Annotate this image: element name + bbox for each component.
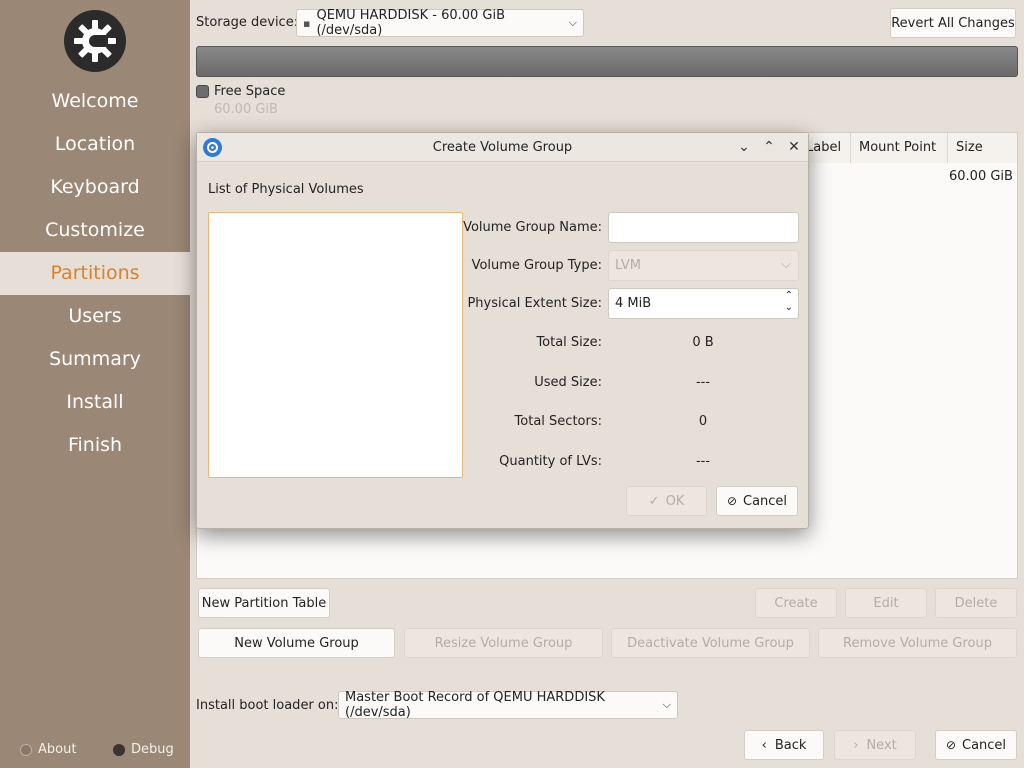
total-size-label: Total Size: [536,335,602,350]
total-size-value: 0 B [692,335,714,350]
next-button[interactable]: › Next [834,730,916,760]
debug-label: Debug [131,742,174,757]
debug-button[interactable]: Debug [113,742,174,757]
chevron-left-icon: ‹ [761,737,767,753]
chevron-down-icon: ⌵ [662,698,671,711]
create-volume-group-dialog: Create Volume Group ⌄ ⌃ ✕ List of Physic… [196,132,809,529]
physical-volumes-label: List of Physical Volumes [208,182,364,197]
gear-icon [74,20,116,62]
sidebar: Welcome Location Keyboard Customize Part… [0,0,190,768]
chevron-down-icon: ⌵ [781,257,791,272]
disk-usage-bar [196,46,1018,77]
dialog-cancel-label: Cancel [743,493,788,509]
create-partition-button[interactable]: Create [755,588,837,618]
remove-volume-group-button[interactable]: Remove Volume Group [818,628,1017,658]
vg-name-input[interactable] [608,212,799,243]
quantity-lvs-value: --- [695,454,711,469]
column-mount-point-header[interactable]: Mount Point [850,133,947,163]
chevron-down-icon: ⌵ [568,16,577,29]
edit-partition-button[interactable]: Edit [845,588,927,618]
bootloader-label: Install boot loader on: [196,698,339,713]
sidebar-item-users: Users [68,305,122,327]
next-label: Next [866,737,897,753]
vg-type-value: LVM [615,258,641,273]
ok-label: OK [665,493,685,509]
sidebar-footer: About Debug [0,742,190,760]
about-button[interactable]: About [20,742,76,757]
pe-size-value: 4 MiB [615,296,652,311]
sidebar-item-install: Install [66,391,124,413]
harddisk-icon: ▪ [303,16,311,30]
maximize-icon[interactable]: ⌃ [760,138,778,156]
sidebar-item-keyboard: Keyboard [50,176,140,198]
revert-all-changes-button[interactable]: Revert All Changes [890,8,1016,38]
ok-button[interactable]: ✓ OK [626,486,707,516]
bootloader-value: Master Boot Record of QEMU HARDDISK (/de… [345,690,605,720]
free-space-swatch [196,85,209,98]
chevron-right-icon: › [853,737,859,753]
sidebar-item-summary: Summary [49,348,141,370]
calamares-logo [64,10,126,72]
spin-up-icon[interactable]: ⌃ [785,290,793,302]
spin-down-icon[interactable]: ⌄ [785,302,793,314]
back-button[interactable]: ‹ Back [744,730,824,760]
sidebar-nav: Welcome Location Keyboard Customize Part… [0,80,190,467]
vg-type-select[interactable]: LVM ⌵ [608,250,799,281]
info-icon [20,743,32,756]
cancel-icon: ⊘ [945,738,956,752]
total-sectors-label: Total Sectors: [514,414,602,429]
storage-device-label: Storage device: [196,15,299,30]
total-sectors-value: 0 [698,414,708,429]
used-size-value: --- [695,375,711,390]
bug-icon [113,743,125,756]
minimize-icon[interactable]: ⌄ [735,138,753,156]
sidebar-item-welcome: Welcome [51,90,139,112]
storage-device-value: QEMU HARDDISK - 60.00 GiB (/dev/sda) [316,8,506,38]
cancel-button[interactable]: ⊘ Cancel [935,730,1017,760]
about-label: About [38,742,77,757]
column-size-header[interactable]: Size [947,133,1017,163]
bootloader-select[interactable]: Master Boot Record of QEMU HARDDISK (/de… [338,690,678,720]
check-icon: ✓ [648,493,660,509]
sidebar-item-partitions: Partitions [0,252,190,295]
storage-device-select[interactable]: ▪ QEMU HARDDISK - 60.00 GiB (/dev/sda) ⌵ [296,8,584,38]
dialog-title: Create Volume Group [432,140,573,155]
pe-size-spinbox[interactable]: 4 MiB ⌃ ⌄ [608,288,799,319]
dialog-cancel-button[interactable]: ⊘ Cancel [716,486,798,516]
close-icon[interactable]: ✕ [785,138,803,156]
resize-volume-group-button[interactable]: Resize Volume Group [404,628,603,658]
quantity-lvs-label: Quantity of LVs: [499,454,602,469]
vg-name-label: Volume Group Name: [463,220,602,235]
sidebar-item-location: Location [54,133,136,155]
new-partition-table-button[interactable]: New Partition Table [198,588,330,618]
dialog-titlebar[interactable]: Create Volume Group ⌄ ⌃ ✕ [197,133,808,162]
sidebar-item-finish: Finish [67,434,123,456]
back-label: Back [774,737,807,753]
legend-free-space-size: 60.00 GiB [214,102,278,117]
vg-type-label: Volume Group Type: [471,258,602,273]
cancel-icon: ⊘ [726,494,737,508]
sidebar-item-customize: Customize [45,219,145,241]
legend-free-space-label: Free Space [214,84,286,99]
row-size-cell: 60.00 GiB [949,169,1013,184]
used-size-label: Used Size: [534,375,602,390]
delete-partition-button[interactable]: Delete [935,588,1017,618]
pe-size-label: Physical Extent Size: [467,296,602,311]
deactivate-volume-group-button[interactable]: Deactivate Volume Group [611,628,810,658]
new-volume-group-button[interactable]: New Volume Group [198,628,395,658]
cancel-label: Cancel [962,737,1007,753]
